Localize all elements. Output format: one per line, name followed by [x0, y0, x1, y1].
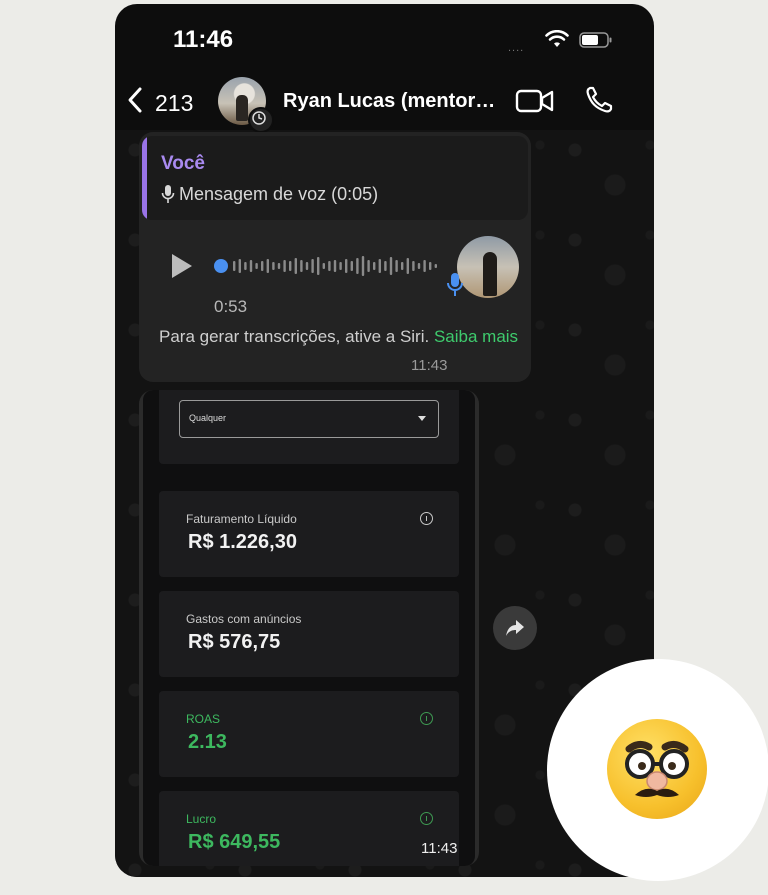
- waveform-bar: [333, 260, 337, 272]
- waveform-bar: [339, 262, 342, 270]
- waveform-bar: [345, 259, 348, 273]
- waveform-bar: [294, 258, 297, 274]
- video-camera-icon[interactable]: [515, 86, 555, 116]
- metric-value: R$ 649,55: [188, 831, 281, 853]
- chat-header: 213 Ryan Lucas (mentora...: [115, 74, 654, 133]
- waveform-bar: [356, 258, 359, 274]
- signal-icon: ....: [508, 42, 525, 54]
- waveform-bar: [406, 258, 409, 274]
- voice-duration: 0:53: [214, 297, 248, 316]
- waveform-bar: [434, 264, 437, 268]
- reply-text: Mensagem de voz (0:05): [179, 184, 379, 204]
- metric-card-roas: ROAS 2.13: [159, 691, 459, 777]
- metric-card-faturamento: Faturamento Líquido R$ 1.226,30: [159, 491, 459, 577]
- transcription-notice: Para gerar transcrições, ative a Siri. S…: [159, 324, 519, 349]
- metric-value: R$ 576,75: [188, 631, 281, 653]
- reaction-emoji-bubble[interactable]: [547, 659, 768, 881]
- metric-label: ROAS: [186, 712, 221, 726]
- info-icon: [420, 712, 433, 725]
- waveform-bar: [272, 262, 275, 270]
- info-icon: [420, 812, 433, 825]
- chevron-left-icon[interactable]: [125, 86, 145, 114]
- metric-label: Faturamento Líquido: [186, 512, 297, 526]
- forward-button[interactable]: [493, 606, 537, 650]
- reply-author: Você: [161, 153, 206, 174]
- reply-quote[interactable]: Você Mensagem de voz (0:05): [142, 136, 528, 220]
- filter-dropdown: Qualquer: [179, 400, 439, 438]
- waveform-bar: [384, 261, 387, 271]
- status-clock-icon: [248, 107, 274, 133]
- dashboard-screenshot[interactable]: Qualquer Faturamento Líquido R$ 1.226,30…: [143, 390, 475, 866]
- waveform-bar: [322, 263, 325, 269]
- avatar-photo-person: [236, 95, 248, 121]
- waveform-bar: [311, 259, 314, 273]
- metric-value: 2.13: [188, 731, 227, 753]
- message-time: 11:43: [421, 840, 458, 857]
- waveform-bar: [367, 260, 370, 272]
- contact-name[interactable]: Ryan Lucas (mentora...: [283, 90, 501, 113]
- waveform-bar: [261, 261, 264, 271]
- disguised-face-emoji: [607, 719, 707, 819]
- waveform-bar: [401, 262, 404, 270]
- waveform-bar: [350, 261, 353, 271]
- waveform-bar: [389, 257, 393, 275]
- voice-waveform[interactable]: [213, 250, 445, 282]
- battery-icon: [579, 32, 612, 48]
- caret-down-icon: [418, 416, 426, 421]
- waveform-bar: [305, 262, 309, 270]
- message-time: 11:43: [411, 357, 448, 374]
- transcription-text: Para gerar transcrições, ative a Siri.: [159, 327, 430, 346]
- waveform-bar: [255, 263, 258, 269]
- status-bar: 11:46 ....: [115, 4, 654, 74]
- learn-more-link[interactable]: Saiba mais: [434, 327, 518, 346]
- phone-icon[interactable]: [583, 84, 615, 116]
- metric-card-gastos: Gastos com anúncios R$ 576,75: [159, 591, 459, 677]
- dropdown-value: Qualquer: [189, 413, 227, 423]
- metric-value: R$ 1.226,30: [188, 531, 297, 553]
- sender-avatar: [457, 236, 519, 298]
- waveform-bar: [373, 262, 376, 270]
- waveform-bar: [233, 261, 236, 271]
- play-icon[interactable]: [169, 252, 195, 280]
- metric-label: Gastos com anúncios: [186, 612, 302, 626]
- waveform-bar: [395, 260, 398, 272]
- forward-arrow-icon: [506, 620, 524, 636]
- waveform-bar: [249, 260, 253, 272]
- waveform-bar: [378, 259, 381, 273]
- waveform-bar: [283, 260, 286, 272]
- waveform-bar: [361, 256, 365, 276]
- waveform-bar: [300, 260, 303, 272]
- microphone-icon: [161, 185, 175, 203]
- info-icon: [420, 512, 433, 525]
- status-time: 11:46: [173, 26, 234, 53]
- waveform-bar: [417, 263, 421, 269]
- metric-card-lucro: Lucro R$ 649,55: [159, 791, 459, 866]
- contact-avatar[interactable]: [218, 77, 274, 133]
- waveform-bar: [238, 259, 241, 273]
- waveform-bar: [423, 260, 426, 272]
- waveform-bar: [429, 262, 432, 270]
- voice-message-bubble[interactable]: Você Mensagem de voz (0:05) 0:53 Para ge…: [139, 132, 531, 382]
- avatar-photo-person: [483, 252, 497, 296]
- waveform-bar: [317, 257, 320, 275]
- microphone-icon: [447, 273, 463, 296]
- waveform-bar: [266, 259, 269, 273]
- image-message-bubble[interactable]: Qualquer Faturamento Líquido R$ 1.226,30…: [139, 390, 479, 866]
- waveform-bar: [328, 261, 331, 271]
- waveform-bar: [277, 263, 281, 269]
- back-unread-count[interactable]: 213: [155, 90, 193, 117]
- wifi-icon: [545, 30, 569, 47]
- metric-label: Lucro: [186, 812, 217, 826]
- waveform-bar: [244, 262, 247, 270]
- reply-accent-bar: [142, 136, 147, 220]
- waveform-bar: [412, 261, 415, 271]
- filter-card: Qualquer: [159, 390, 459, 464]
- waveform-bar: [289, 261, 292, 271]
